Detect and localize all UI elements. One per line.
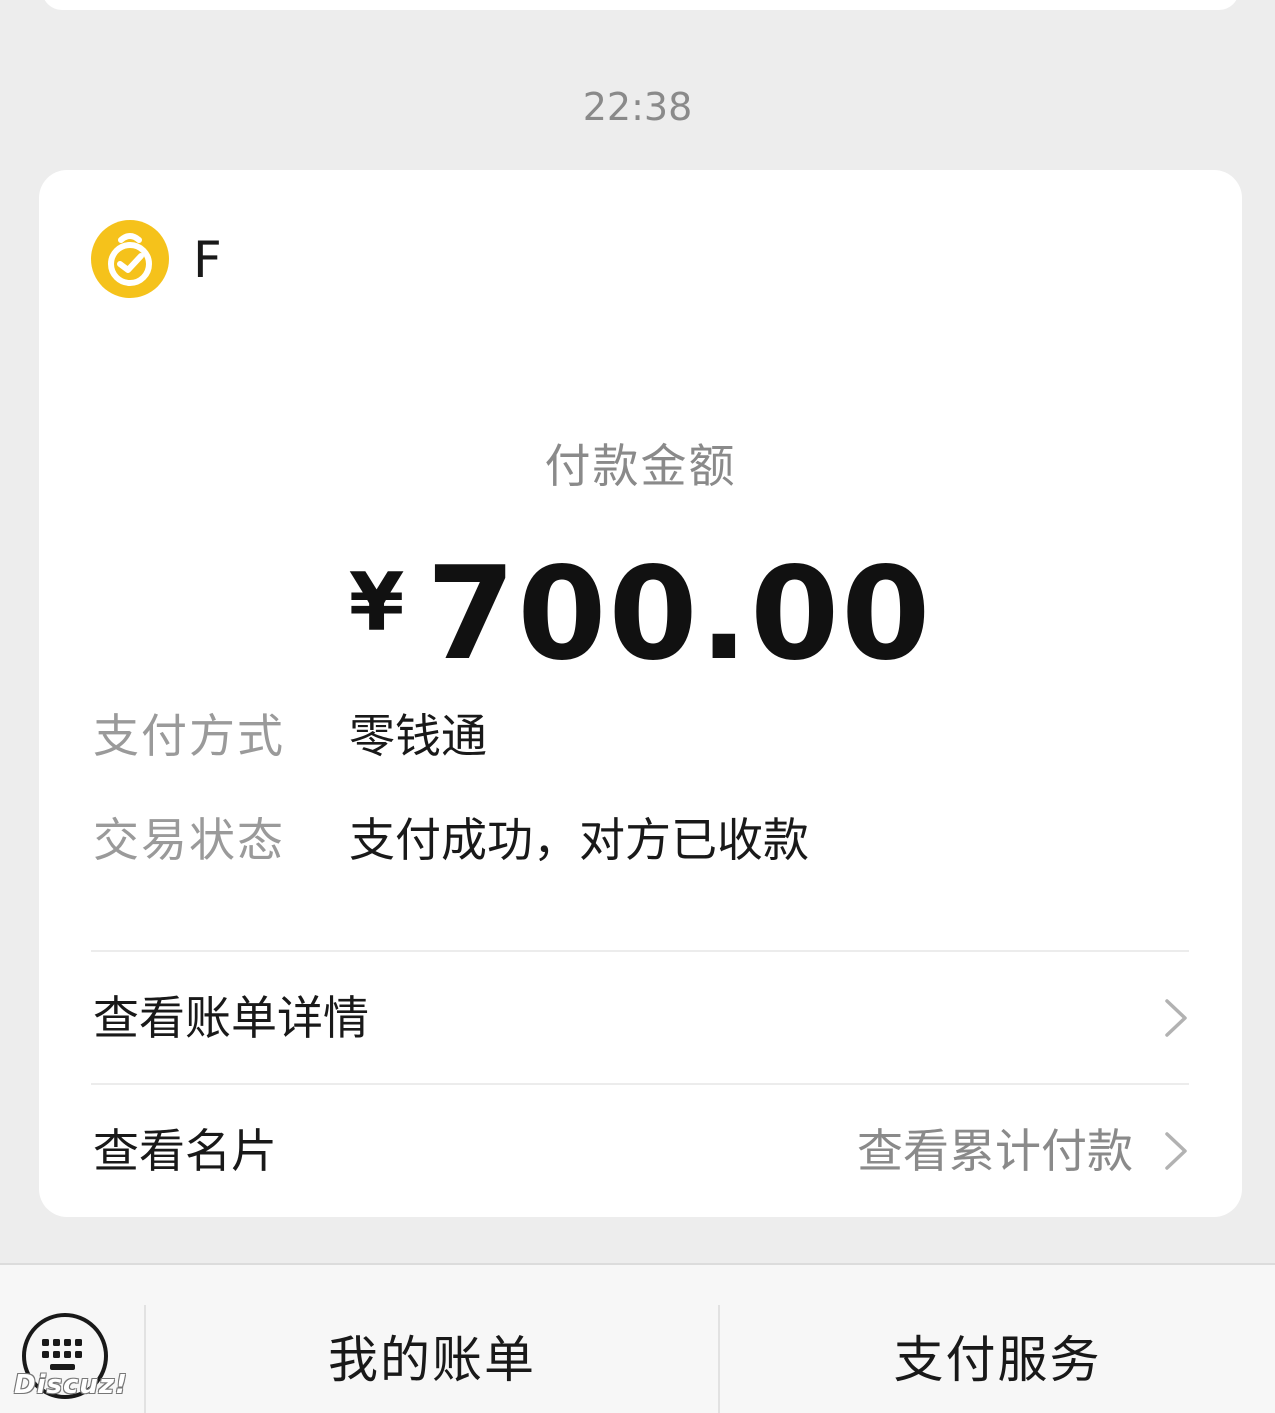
payment-services-menu[interactable]: 支付服务 <box>720 1320 1275 1400</box>
divider <box>91 950 1189 952</box>
transaction-status-row: 交易状态 支付成功，对方已收款 <box>93 808 809 872</box>
amount-value: 700.00 <box>426 540 933 689</box>
payment-method-row: 支付方式 零钱通 <box>93 704 487 768</box>
transaction-status-label: 交易状态 <box>93 813 285 867</box>
wechat-pay-merchant-icon <box>91 220 169 298</box>
divider <box>91 1083 1189 1085</box>
amount-label: 付款金额 <box>544 439 737 493</box>
payment-notification-card[interactable]: F 付款金额 ¥700.00 支付方式 零钱通 交易状态 支付成功，对方已收款 查看… <box>39 170 1242 1217</box>
view-bill-details-link[interactable]: 查看账单详情 <box>93 978 1189 1058</box>
bottom-menu-bar: 我的账单 支付服务 <box>0 1263 1275 1413</box>
message-timestamp: 22:38 <box>582 85 693 129</box>
transaction-status-value: 支付成功，对方已收款 <box>349 813 809 867</box>
view-business-card-label: 查看名片 <box>93 1124 277 1178</box>
payment-method-value: 零钱通 <box>349 709 487 763</box>
merchant-name: F <box>193 231 222 289</box>
payment-amount: ¥700.00 <box>39 538 1242 718</box>
my-bills-menu[interactable]: 我的账单 <box>146 1320 718 1400</box>
payment-method-label: 支付方式 <box>93 709 285 763</box>
chevron-right-icon <box>1165 999 1187 1037</box>
previous-message-card <box>42 0 1239 10</box>
watermark: Discuz! <box>14 1370 128 1400</box>
view-cumulative-payments-hint[interactable]: 查看累计付款 <box>857 1111 1133 1191</box>
currency-symbol: ¥ <box>348 556 405 649</box>
view-bill-details-label: 查看账单详情 <box>93 991 369 1045</box>
view-business-card-link[interactable]: 查看名片 查看累计付款 <box>93 1111 1189 1191</box>
chevron-right-icon <box>1165 1132 1187 1170</box>
